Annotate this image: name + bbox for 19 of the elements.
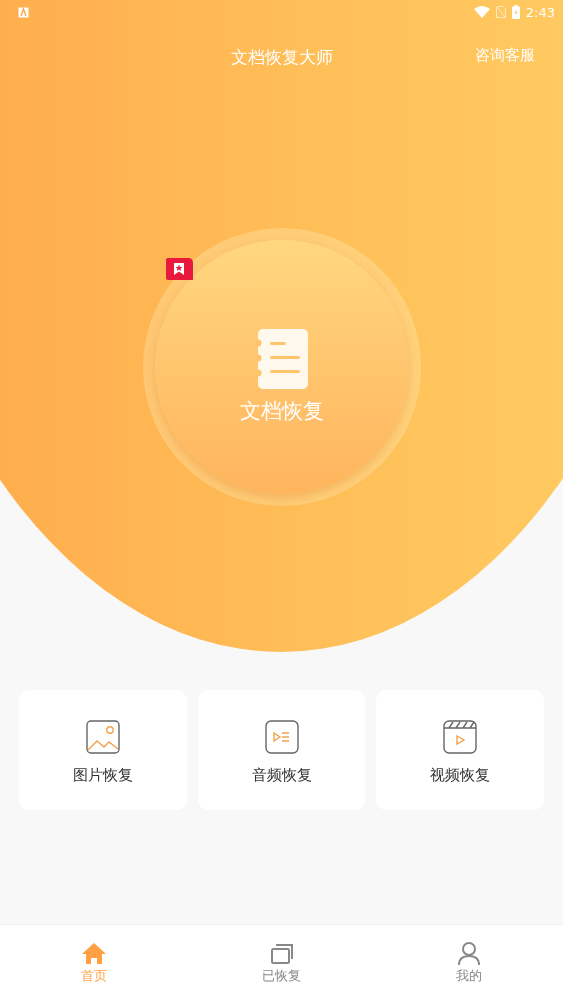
picture-icon xyxy=(85,720,120,754)
notification-icon xyxy=(18,6,29,18)
home-icon xyxy=(81,941,106,965)
nav-tab[interactable]: 已恢复 xyxy=(187,925,376,1002)
clock-time: 2:43 xyxy=(525,4,555,20)
person-icon xyxy=(457,941,482,965)
nav-tab[interactable]: 我的 xyxy=(375,925,563,1002)
no-sim-icon xyxy=(495,6,506,18)
stacked-windows-icon xyxy=(269,941,294,965)
recovery-card[interactable]: 音频恢复 xyxy=(197,690,366,810)
recovery-card[interactable]: 视频恢复 xyxy=(376,690,544,810)
wifi-icon xyxy=(473,6,490,18)
audio-list-icon xyxy=(264,720,299,754)
recovery-card[interactable]: 图片恢复 xyxy=(19,690,187,810)
battery-icon xyxy=(511,5,520,19)
notebook-icon xyxy=(255,328,308,389)
page-title: 文档恢复大师 xyxy=(230,45,333,69)
clapperboard-icon xyxy=(443,720,478,754)
nav-tab[interactable]: 首页 xyxy=(0,925,188,1002)
